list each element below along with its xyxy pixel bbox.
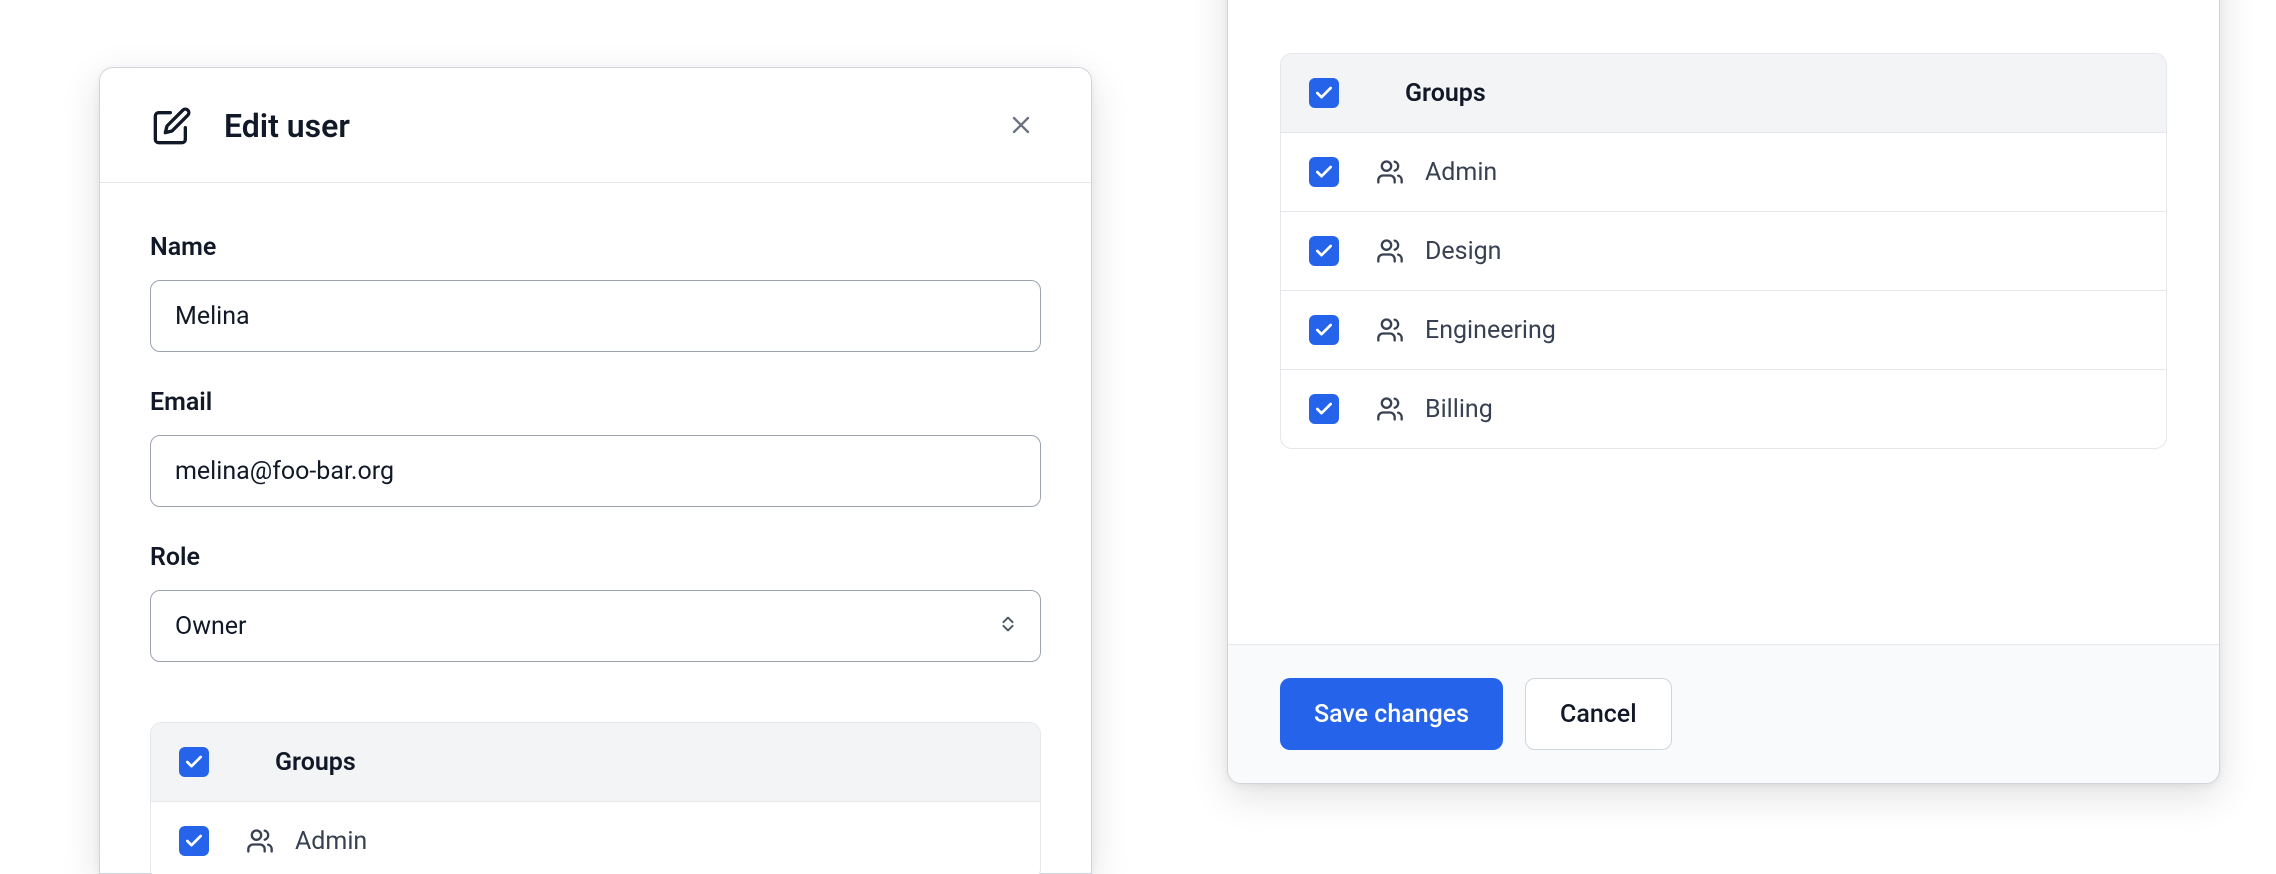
groups-header-label: Groups [275,748,356,777]
users-icon [245,826,275,856]
group-label: Admin [1425,158,1497,187]
group-label: Billing [1425,395,1493,424]
users-icon [1375,394,1405,424]
dialog-header: Edit user [100,68,1091,183]
group-label: Engineering [1425,316,1556,345]
dialog-footer: Save changes Cancel [1228,644,2219,783]
group-checkbox[interactable] [1309,236,1339,266]
group-label: Design [1425,237,1502,266]
edit-user-dialog: Edit user Name Email Role Owner [99,67,1092,874]
groups-select-all-checkbox[interactable] [179,747,209,777]
role-selected-value: Owner [175,612,247,641]
name-field-group: Name [150,233,1041,352]
email-input[interactable] [150,435,1041,507]
users-icon [1375,157,1405,187]
groups-header-row: Groups [1281,54,2166,133]
groups-select-all-checkbox[interactable] [1309,78,1339,108]
name-input[interactable] [150,280,1041,352]
role-field-group: Role Owner [150,543,1041,662]
cancel-button[interactable]: Cancel [1525,678,1672,750]
group-checkbox[interactable] [179,826,209,856]
groups-row: Billing [1281,370,2166,448]
groups-header-row: Groups [151,723,1040,802]
email-label: Email [150,388,1041,417]
groups-row: Admin [1281,133,2166,212]
group-checkbox[interactable] [1309,157,1339,187]
edit-icon [150,104,194,148]
groups-row: Design [1281,212,2166,291]
groups-table: Groups Admin Design Engineering Billing [1280,53,2167,449]
edit-user-dialog-scrolled: Groups Admin Design Engineering Billing [1227,0,2220,784]
users-icon [1375,315,1405,345]
email-field-group: Email [150,388,1041,507]
dialog-body-scrolled: Groups Admin Design Engineering Billing [1228,0,2219,644]
role-label: Role [150,543,1041,572]
dialog-body: Name Email Role Owner [100,183,1091,874]
name-label: Name [150,233,1041,262]
groups-header-label: Groups [1405,79,1486,108]
group-label: Admin [295,827,367,856]
dialog-title: Edit user [224,107,350,145]
close-button[interactable] [1001,106,1041,146]
group-checkbox[interactable] [1309,315,1339,345]
group-checkbox[interactable] [1309,394,1339,424]
groups-table: Groups Admin [150,722,1041,874]
users-icon [1375,236,1405,266]
close-icon [1007,111,1035,142]
groups-row: Engineering [1281,291,2166,370]
role-select[interactable]: Owner [150,590,1041,662]
save-button[interactable]: Save changes [1280,678,1503,750]
groups-row: Admin [151,802,1040,874]
